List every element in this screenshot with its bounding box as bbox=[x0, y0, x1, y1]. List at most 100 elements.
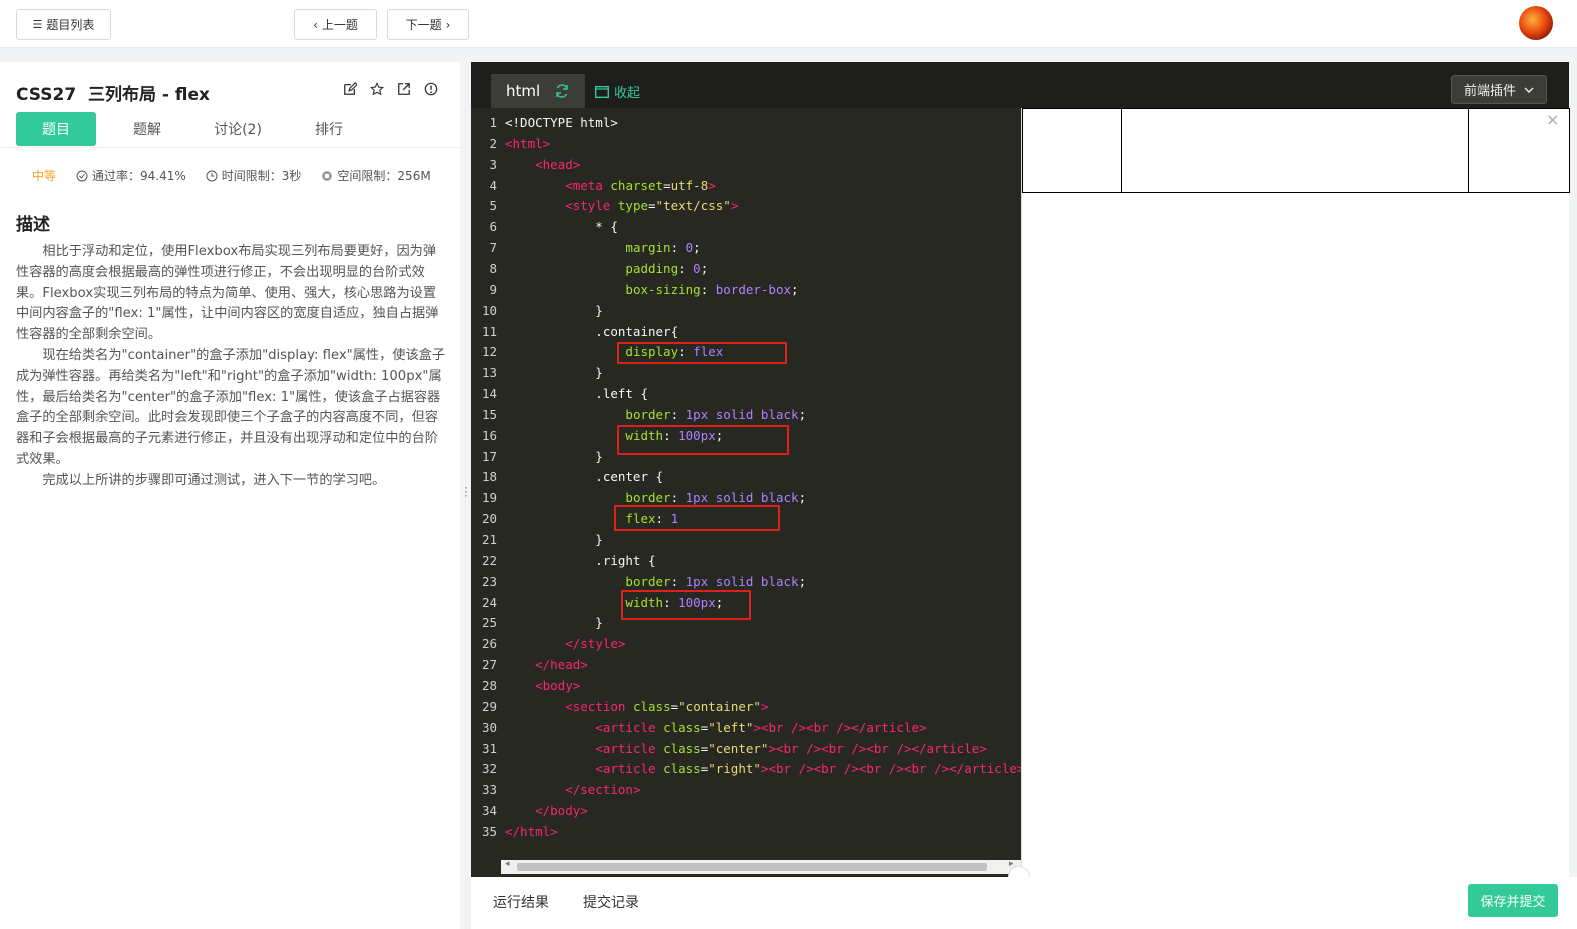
code-line[interactable]: 34 </body> bbox=[471, 800, 1021, 821]
scroll-left-icon[interactable]: ◂ bbox=[505, 859, 510, 869]
code-line[interactable]: 26 </style> bbox=[471, 633, 1021, 654]
tab-solution[interactable]: 题解 bbox=[107, 112, 187, 146]
time-limit: 时间限制：3秒 bbox=[206, 167, 301, 184]
code-line[interactable]: 29 <section class="container"> bbox=[471, 696, 1021, 717]
drag-handle-icon[interactable]: · · · bbox=[464, 482, 468, 502]
avatar[interactable] bbox=[1519, 6, 1553, 40]
code-line[interactable]: 23 border: 1px solid black; bbox=[471, 571, 1021, 592]
code-line[interactable]: 21 } bbox=[471, 529, 1021, 550]
share-icon[interactable] bbox=[397, 82, 411, 96]
line-number: 14 bbox=[481, 386, 497, 402]
line-number: 18 bbox=[481, 469, 497, 485]
html-tab-label: html bbox=[506, 82, 541, 100]
tab-submission-history[interactable]: 提交记录 bbox=[583, 892, 639, 912]
code-line[interactable]: 11 .container{ bbox=[471, 321, 1021, 342]
tab-ranking[interactable]: 排行 bbox=[289, 112, 369, 146]
code-editor: html 收起 前端插件 1 <!DOCTYPE html> 2 <html> 3 <h… bbox=[471, 62, 1570, 877]
code-line[interactable]: 4 <meta charset=utf-8> bbox=[471, 175, 1021, 196]
description-heading: 描述 bbox=[16, 215, 50, 235]
code-line[interactable]: 8 padding: 0; bbox=[471, 258, 1021, 279]
preview-left-box bbox=[1022, 108, 1122, 193]
tab-html[interactable]: html bbox=[491, 74, 585, 108]
line-number: 23 bbox=[481, 573, 497, 589]
pass-rate: 通过率：94.41% bbox=[76, 167, 186, 184]
line-number: 9 bbox=[489, 281, 497, 297]
chip-icon bbox=[322, 170, 333, 181]
panel-icon bbox=[595, 85, 609, 98]
code-line[interactable]: 10 } bbox=[471, 300, 1021, 321]
line-number: 17 bbox=[481, 448, 497, 464]
highlight-box bbox=[617, 425, 789, 455]
highlight-box bbox=[617, 342, 787, 364]
line-number: 15 bbox=[481, 406, 497, 422]
line-number: 27 bbox=[481, 657, 497, 673]
next-problem-label: 下一题 bbox=[405, 18, 442, 32]
description-body: 相比于浮动和定位，使用Flexbox布局实现三列布局要更好，因为弹性容器的高度会… bbox=[16, 242, 446, 492]
close-icon[interactable]: × bbox=[1546, 110, 1559, 129]
line-number: 19 bbox=[481, 490, 497, 506]
star-icon[interactable] bbox=[370, 82, 384, 96]
code-line[interactable]: 7 margin: 0; bbox=[471, 237, 1021, 258]
code-line[interactable]: 15 border: 1px solid black; bbox=[471, 404, 1021, 425]
code-line[interactable]: 5 <style type="text/css"> bbox=[471, 195, 1021, 216]
chevron-left-icon: ‹ bbox=[313, 17, 318, 32]
description-paragraph: 相比于浮动和定位，使用Flexbox布局实现三列布局要更好，因为弹性容器的高度会… bbox=[16, 244, 439, 343]
chevron-down-icon bbox=[1524, 87, 1534, 93]
code-line[interactable]: 6 * { bbox=[471, 216, 1021, 237]
refresh-icon[interactable] bbox=[554, 83, 570, 99]
page-title: CSS27 三列布局 - flex bbox=[16, 85, 210, 105]
collapse-button[interactable]: 收起 bbox=[595, 82, 640, 101]
code-line[interactable]: 28 <body> bbox=[471, 675, 1021, 696]
line-number: 32 bbox=[481, 761, 497, 777]
code-line[interactable]: 18 .center { bbox=[471, 466, 1021, 487]
code-line[interactable]: 13 } bbox=[471, 362, 1021, 383]
code-line[interactable]: 31 <article class="center"><br /><br /><… bbox=[471, 738, 1021, 759]
code-line[interactable]: 35 </html> bbox=[471, 821, 1021, 842]
line-number: 16 bbox=[481, 427, 497, 443]
code-line[interactable]: 27 </head> bbox=[471, 654, 1021, 675]
code-line[interactable]: 3 <head> bbox=[471, 154, 1021, 175]
code-line[interactable]: 1 <!DOCTYPE html> bbox=[471, 112, 1021, 133]
plugin-dropdown[interactable]: 前端插件 bbox=[1451, 75, 1547, 104]
list-icon: ☰ bbox=[32, 18, 43, 31]
report-icon[interactable] bbox=[424, 82, 438, 96]
tab-discussion[interactable]: 讨论(2) bbox=[198, 112, 278, 146]
line-number: 34 bbox=[481, 803, 497, 819]
next-problem-button[interactable]: 下一题 › bbox=[387, 9, 469, 40]
preview-center-box bbox=[1121, 108, 1469, 193]
code-line[interactable]: 33 </section> bbox=[471, 779, 1021, 800]
code-line[interactable]: 30 <article class="left"><br /><br /></a… bbox=[471, 717, 1021, 738]
problem-panel: CSS27 三列布局 - flex 题目 题解 讨论(2) 排行 中等 通过率：… bbox=[0, 62, 460, 929]
tab-problem[interactable]: 题目 bbox=[16, 112, 96, 146]
line-number: 3 bbox=[489, 156, 497, 172]
problem-meta: 中等 通过率：94.41% 时间限制：3秒 空间限制：256M bbox=[32, 167, 451, 184]
preview-pane: × bbox=[1021, 108, 1570, 877]
bottom-bar: 运行结果 提交记录 保存并提交 bbox=[471, 877, 1577, 929]
problem-list-button[interactable]: ☰ 题目列表 bbox=[16, 9, 111, 40]
line-number: 22 bbox=[481, 552, 497, 568]
horizontal-scrollbar[interactable]: ◂ ▸ bbox=[501, 859, 1021, 874]
check-circle-icon bbox=[76, 170, 88, 181]
editor-header: html 收起 前端插件 bbox=[471, 62, 1569, 108]
scrollbar-thumb[interactable] bbox=[517, 863, 987, 871]
code-line[interactable]: 9 box-sizing: border-box; bbox=[471, 279, 1021, 300]
line-number: 5 bbox=[489, 198, 497, 214]
code-line[interactable]: 22 .right { bbox=[471, 550, 1021, 571]
code-area[interactable]: 1 <!DOCTYPE html> 2 <html> 3 <head> 4 <meta c… bbox=[471, 112, 1021, 862]
line-number: 26 bbox=[481, 636, 497, 652]
line-number: 8 bbox=[489, 260, 497, 276]
line-number: 11 bbox=[481, 323, 497, 339]
tab-run-result[interactable]: 运行结果 bbox=[493, 892, 549, 912]
prev-problem-button[interactable]: ‹ 上一题 bbox=[294, 9, 377, 40]
line-number: 7 bbox=[489, 240, 497, 256]
save-submit-button[interactable]: 保存并提交 bbox=[1468, 884, 1558, 917]
line-number: 2 bbox=[489, 135, 497, 151]
code-line[interactable]: 2 <html> bbox=[471, 133, 1021, 154]
line-number: 4 bbox=[489, 177, 497, 193]
code-line[interactable]: 14 .left { bbox=[471, 383, 1021, 404]
line-number: 33 bbox=[481, 782, 497, 798]
difficulty-badge: 中等 bbox=[32, 169, 57, 183]
code-line[interactable]: 32 <article class="right"><br /><br /><b… bbox=[471, 758, 1021, 779]
edit-icon[interactable] bbox=[343, 82, 357, 96]
plugin-label: 前端插件 bbox=[1463, 84, 1516, 99]
